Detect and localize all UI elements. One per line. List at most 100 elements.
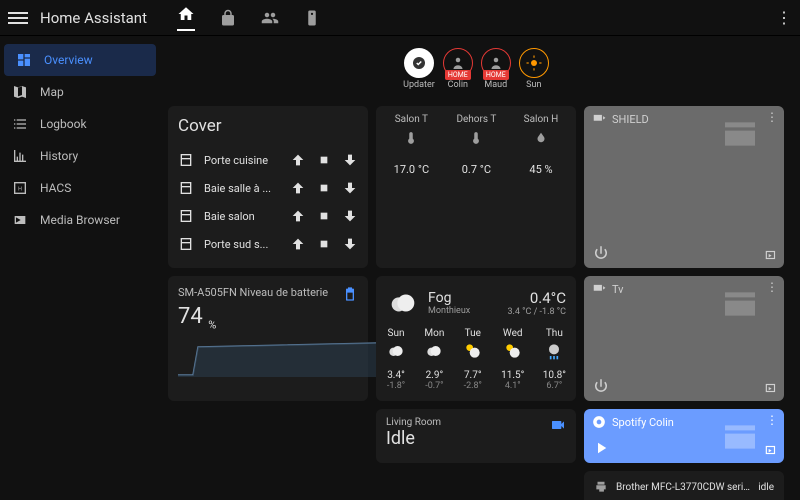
app-title: Home Assistant [40, 9, 147, 27]
media-art-icon [720, 284, 760, 324]
badge-icon [525, 54, 543, 72]
play-icon[interactable] [592, 439, 610, 457]
forecast-high: 3.4° [386, 370, 406, 381]
media-menu-icon[interactable]: ⋮ [766, 280, 778, 294]
sensor-salon-h[interactable]: Salon H45 % [524, 114, 559, 260]
chart-icon [12, 148, 28, 164]
weather-temp: 0.4°C [530, 289, 566, 307]
battery-card: SM-A505FN Niveau de batterie 74 % [168, 276, 368, 401]
forecast-icon [503, 341, 523, 361]
sidebar-item-map[interactable]: Map [0, 76, 160, 108]
battery-graph [178, 337, 378, 377]
forecast-day: Mon2.9°-0.7° [424, 328, 444, 391]
media-name: Tv [612, 283, 624, 296]
sidebar-item-label: Map [40, 85, 64, 99]
badge-colin[interactable]: HOMEColin [443, 48, 473, 90]
cover-down-icon[interactable] [342, 236, 358, 252]
cover-down-icon[interactable] [342, 152, 358, 168]
menu-toggle-icon[interactable] [8, 8, 28, 28]
cover-down-icon[interactable] [342, 208, 358, 224]
printer-row[interactable]: Brother MFC-L3770CDW seriesidle [584, 475, 784, 499]
cover-up-icon[interactable] [290, 208, 306, 224]
sensor-name: Salon T [394, 114, 429, 125]
tab-people-icon[interactable] [261, 9, 279, 27]
cover-label: Baie salle à ... [204, 182, 280, 195]
camera-icon[interactable] [550, 417, 566, 433]
cover-up-icon[interactable] [290, 180, 306, 196]
media-card-spotify-colin[interactable]: Spotify Colin⋮ [584, 409, 784, 463]
cover-label: Porte sud s... [204, 238, 280, 251]
cover-stop-icon[interactable] [316, 236, 332, 252]
overflow-menu-icon[interactable]: ⋮ [776, 8, 792, 27]
weather-card: Fog Monthieux 0.4°C 3.4 °C / -1.8 °C Sun… [376, 276, 576, 401]
forecast-icon [424, 341, 444, 361]
forecast-icon [386, 341, 406, 361]
cover-stop-icon[interactable] [316, 152, 332, 168]
media-menu-icon[interactable]: ⋮ [766, 110, 778, 124]
topbar: Home Assistant ⋮ [0, 0, 800, 36]
cover-down-icon[interactable] [342, 180, 358, 196]
sidebar-item-media-browser[interactable]: Media Browser [0, 204, 160, 236]
cover-label: Baie salon [204, 210, 280, 223]
sensor-name: Salon H [524, 114, 559, 125]
forecast-day: Thu10.8°6.7° [543, 328, 566, 391]
power-icon[interactable] [592, 377, 610, 395]
media-art-icon [720, 417, 760, 457]
tab-strip [177, 5, 321, 31]
printer-icon [594, 480, 608, 494]
forecast-day-label: Thu [543, 328, 566, 339]
media-menu-icon[interactable]: ⋮ [766, 413, 778, 427]
sensor-dehors-t[interactable]: Dehors T 0.7 °C [456, 114, 496, 260]
sensor-name: Dehors T [456, 114, 496, 125]
window-icon [178, 180, 194, 196]
cover-row: Baie salon [178, 202, 358, 230]
tab-remote-icon[interactable] [303, 9, 321, 27]
forecast-day-label: Wed [501, 328, 524, 339]
cover-up-icon[interactable] [290, 236, 306, 252]
sensor-icon [469, 131, 483, 145]
badge-sun[interactable]: Sun [519, 48, 549, 90]
dashboard-icon [16, 52, 32, 68]
forecast-low: 4.1° [501, 381, 524, 391]
queue-icon[interactable] [764, 443, 778, 457]
power-icon[interactable] [592, 244, 610, 262]
media-name: SHIELD [612, 113, 649, 126]
badge-updater[interactable]: Updater [403, 48, 435, 90]
tab-lock-icon[interactable] [219, 9, 237, 27]
badge-tag: HOME [483, 70, 509, 80]
hacs-icon: H [12, 180, 28, 196]
sidebar-item-label: Overview [44, 53, 93, 67]
forecast-day: Tue7.7°-2.8° [463, 328, 483, 391]
tab-home-icon[interactable] [177, 5, 195, 31]
cover-row: Porte sud s... [178, 230, 358, 258]
badge-maud[interactable]: HOMEMaud [481, 48, 511, 90]
map-icon [12, 84, 28, 100]
forecast-high: 11.5° [501, 370, 524, 381]
svg-text:H: H [18, 187, 22, 193]
sensor-salon-t[interactable]: Salon T 17.0 °C [394, 114, 429, 260]
printer-card: Brother MFC-L3770CDW seriesidleBrother M… [584, 471, 784, 500]
sensor-icon [534, 131, 548, 145]
badge-label: Sun [526, 80, 541, 90]
sensor-value: 0.7 °C [456, 163, 496, 176]
cover-up-icon[interactable] [290, 152, 306, 168]
sidebar-item-overview[interactable]: Overview [4, 44, 156, 76]
cover-stop-icon[interactable] [316, 180, 332, 196]
sidebar-item-hacs[interactable]: H HACS [0, 172, 160, 204]
queue-icon[interactable] [764, 248, 778, 262]
queue-icon[interactable] [764, 381, 778, 395]
sensor-icon [404, 131, 418, 145]
forecast-day: Wed 11.5°4.1° [501, 328, 524, 391]
window-icon [178, 236, 194, 252]
media-icon [12, 212, 28, 228]
badge-row: Updater HOMEColin HOMEMaud Sun [168, 44, 784, 98]
sensor-value: 17.0 °C [394, 163, 429, 176]
sidebar-item-label: HACS [40, 181, 71, 195]
cover-stop-icon[interactable] [316, 208, 332, 224]
sidebar-item-logbook[interactable]: Logbook [0, 108, 160, 140]
window-icon [178, 208, 194, 224]
sidebar-item-history[interactable]: History [0, 140, 160, 172]
media-card-tv[interactable]: Tv ⋮ [584, 276, 784, 401]
media-card-shield[interactable]: SHIELD ⋮ [584, 106, 784, 268]
forecast-high: 2.9° [424, 370, 444, 381]
